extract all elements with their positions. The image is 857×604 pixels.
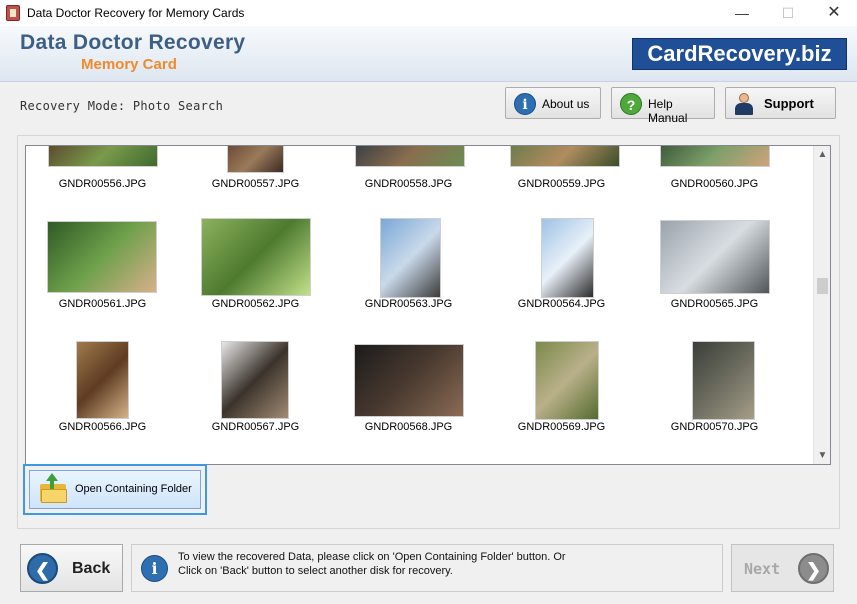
brand-subtitle: Memory Card (81, 56, 177, 73)
thumbnail-item[interactable]: GNDR00567.JPG (179, 339, 332, 459)
thumbnail-filename: GNDR00569.JPG (517, 421, 606, 433)
photo-thumbnail[interactable] (354, 344, 464, 417)
photo-thumbnail[interactable] (47, 221, 157, 293)
back-label: Back (72, 560, 111, 577)
back-button[interactable]: ❮ Back (20, 544, 123, 592)
thumbnail-item[interactable]: GNDR00564.JPG (485, 216, 638, 336)
recovery-mode-label: Recovery Mode: Photo Search (20, 99, 224, 113)
minimize-button[interactable]: — (719, 0, 765, 26)
thumbnail-item[interactable]: GNDR00566.JPG (26, 339, 179, 459)
thumbnail-filename: GNDR00564.JPG (517, 298, 606, 310)
scroll-down-arrow[interactable]: ▼ (814, 447, 830, 464)
footer-bar: ❮ Back i To view the recovered Data, ple… (0, 536, 857, 604)
back-arrow-icon: ❮ (27, 553, 58, 584)
photo-thumbnail[interactable] (660, 220, 770, 294)
close-button[interactable]: ✕ (811, 0, 857, 26)
thumbnail-item[interactable]: GNDR00562.JPG (179, 216, 332, 336)
thumbnail-item[interactable]: GNDR00563.JPG (332, 216, 485, 336)
open-folder-label: Open Containing Folder (75, 483, 192, 495)
photo-thumbnail[interactable] (201, 218, 311, 296)
thumbnail-item[interactable]: GNDR00561.JPG (26, 216, 179, 336)
thumbnail-filename: GNDR00556.JPG (58, 178, 147, 190)
thumbnail-item[interactable]: GNDR00570.JPG (638, 339, 791, 459)
instruction-text: To view the recovered Data, please click… (178, 550, 718, 578)
thumbnail-filename: GNDR00568.JPG (364, 421, 453, 433)
instruction-line-1: To view the recovered Data, please click… (178, 551, 566, 563)
photo-thumbnail[interactable] (227, 146, 284, 173)
thumbnail-filename: GNDR00565.JPG (670, 298, 759, 310)
thumbnail-filename: GNDR00558.JPG (364, 178, 453, 190)
window-title: Data Doctor Recovery for Memory Cards (27, 6, 245, 20)
support-button[interactable]: Support (725, 87, 836, 119)
maximize-button[interactable]: ☐ (765, 0, 811, 26)
about-us-label: About us (542, 97, 590, 111)
photo-thumbnail[interactable] (541, 218, 594, 298)
photo-thumbnail[interactable] (692, 341, 755, 420)
next-arrow-icon: ❯ (798, 553, 829, 584)
photo-thumbnail[interactable] (355, 146, 465, 167)
next-label: Next (744, 560, 781, 578)
photo-thumbnail[interactable] (48, 146, 158, 167)
thumbnail-filename: GNDR00561.JPG (58, 298, 147, 310)
photo-thumbnail[interactable] (535, 341, 599, 420)
thumbnail-filename: GNDR00559.JPG (517, 178, 606, 190)
thumbnail-filename: GNDR00570.JPG (670, 421, 759, 433)
photo-thumbnail[interactable] (221, 341, 289, 419)
support-person-icon (735, 93, 753, 115)
title-bar: Data Doctor Recovery for Memory Cards — … (0, 0, 857, 26)
question-icon: ? (620, 93, 642, 115)
thumbnail-filename: GNDR00560.JPG (670, 178, 759, 190)
photo-thumbnail[interactable] (76, 341, 129, 419)
thumbnail-item[interactable]: GNDR00569.JPG (485, 339, 638, 459)
help-manual-label: Help Manual (648, 97, 688, 125)
thumbnail-filename: GNDR00567.JPG (211, 421, 300, 433)
scrollbar-thumb[interactable] (817, 278, 828, 294)
folder-open-icon (40, 473, 67, 503)
app-icon (6, 5, 20, 21)
instruction-line-2: Click on 'Back' button to select another… (178, 565, 453, 577)
photo-thumbnail[interactable] (510, 146, 620, 167)
next-button[interactable]: Next ❯ (731, 544, 834, 592)
support-label: Support (764, 96, 814, 111)
photo-thumbnail[interactable] (380, 218, 441, 298)
brand-title: Data Doctor Recovery (20, 31, 246, 54)
open-containing-folder-button[interactable]: Open Containing Folder (23, 464, 207, 515)
thumbnail-filename: GNDR00557.JPG (211, 178, 300, 190)
thumbnail-item[interactable]: GNDR00565.JPG (638, 216, 791, 336)
info-icon: i (141, 555, 168, 582)
thumbnail-filename: GNDR00562.JPG (211, 298, 300, 310)
instruction-box: i To view the recovered Data, please cli… (131, 544, 723, 592)
thumbnail-filename: GNDR00566.JPG (58, 421, 147, 433)
about-us-button[interactable]: i About us (505, 87, 601, 119)
thumbnail-grid: GNDR00556.JPG GNDR00557.JPG GNDR00558.JPG G… (26, 146, 814, 464)
app-header: Data Doctor Recovery Memory Card CardRec… (0, 26, 857, 82)
website-badge[interactable]: CardRecovery.biz (632, 38, 847, 70)
toolbar: Recovery Mode: Photo Search i About us ?… (0, 82, 857, 125)
photo-thumbnail[interactable] (660, 146, 770, 167)
info-icon: i (514, 93, 536, 115)
thumbnail-item[interactable]: GNDR00568.JPG (332, 339, 485, 459)
vertical-scrollbar[interactable]: ▲ ▼ (813, 146, 830, 464)
help-manual-button[interactable]: ? Help Manual (611, 87, 715, 125)
thumbnail-filename: GNDR00563.JPG (364, 298, 453, 310)
recovered-photos-gallery[interactable]: GNDR00556.JPG GNDR00557.JPG GNDR00558.JPG G… (25, 145, 831, 465)
scroll-up-arrow[interactable]: ▲ (814, 146, 830, 163)
